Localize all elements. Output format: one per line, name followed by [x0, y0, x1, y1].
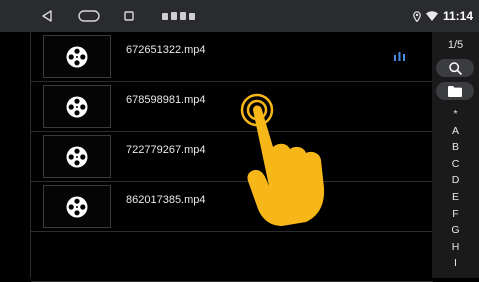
index-letter[interactable]: D	[432, 172, 479, 189]
video-thumbnail	[43, 135, 111, 178]
alphabet-index[interactable]: * A B C D E F G H I	[432, 106, 479, 272]
status-bar: 11:14	[0, 0, 479, 32]
index-letter[interactable]: F	[432, 206, 479, 223]
video-thumbnail	[43, 85, 111, 128]
notification-icon	[180, 12, 186, 20]
film-reel-icon	[66, 196, 88, 217]
search-button[interactable]	[436, 59, 474, 77]
film-reel-icon	[66, 46, 88, 67]
list-item[interactable]: 678598981.mp4	[31, 82, 433, 132]
list-item[interactable]: 862017385.mp4	[31, 182, 433, 232]
home-icon[interactable]	[78, 0, 102, 32]
list-item[interactable]: 722779267.mp4	[31, 132, 433, 182]
index-letter[interactable]: A	[432, 123, 479, 140]
index-letter[interactable]: C	[432, 156, 479, 173]
video-thumbnail	[43, 185, 111, 228]
list-item[interactable]: 672651322.mp4	[31, 32, 433, 82]
screen: 11:14 672651322.mp4 678598981.mp4 722779…	[0, 0, 479, 282]
index-letter[interactable]: B	[432, 139, 479, 156]
file-name: 678598981.mp4	[126, 94, 206, 106]
folder-icon	[448, 85, 462, 97]
notification-icon	[162, 12, 168, 20]
index-letter[interactable]: H	[432, 239, 479, 256]
index-letter[interactable]: I	[432, 255, 479, 272]
file-name: 862017385.mp4	[126, 194, 206, 206]
film-reel-icon	[66, 146, 88, 167]
equalizer-icon	[394, 52, 405, 61]
index-letter[interactable]: E	[432, 189, 479, 206]
page-counter: 1/5	[447, 39, 464, 51]
recents-icon[interactable]	[124, 0, 138, 32]
wifi-icon	[425, 11, 438, 21]
search-icon	[448, 61, 462, 75]
clock: 11:14	[442, 9, 473, 23]
video-thumbnail	[43, 35, 111, 78]
empty-row	[31, 232, 433, 282]
side-panel: 1/5 * A B C D E F G H I	[432, 32, 479, 278]
file-list: 672651322.mp4 678598981.mp4 722779267.mp…	[30, 32, 434, 282]
film-reel-icon	[66, 96, 88, 117]
file-name: 672651322.mp4	[126, 44, 206, 56]
back-icon[interactable]	[42, 0, 60, 32]
notification-icon	[171, 12, 177, 20]
file-name: 722779267.mp4	[126, 144, 206, 156]
folder-button[interactable]	[436, 82, 474, 100]
index-letter[interactable]: G	[432, 222, 479, 239]
location-icon	[413, 10, 421, 22]
notification-icons	[162, 0, 202, 32]
index-letter[interactable]: *	[432, 106, 479, 123]
notification-icon	[189, 12, 195, 20]
system-tray: 11:14	[413, 0, 473, 32]
